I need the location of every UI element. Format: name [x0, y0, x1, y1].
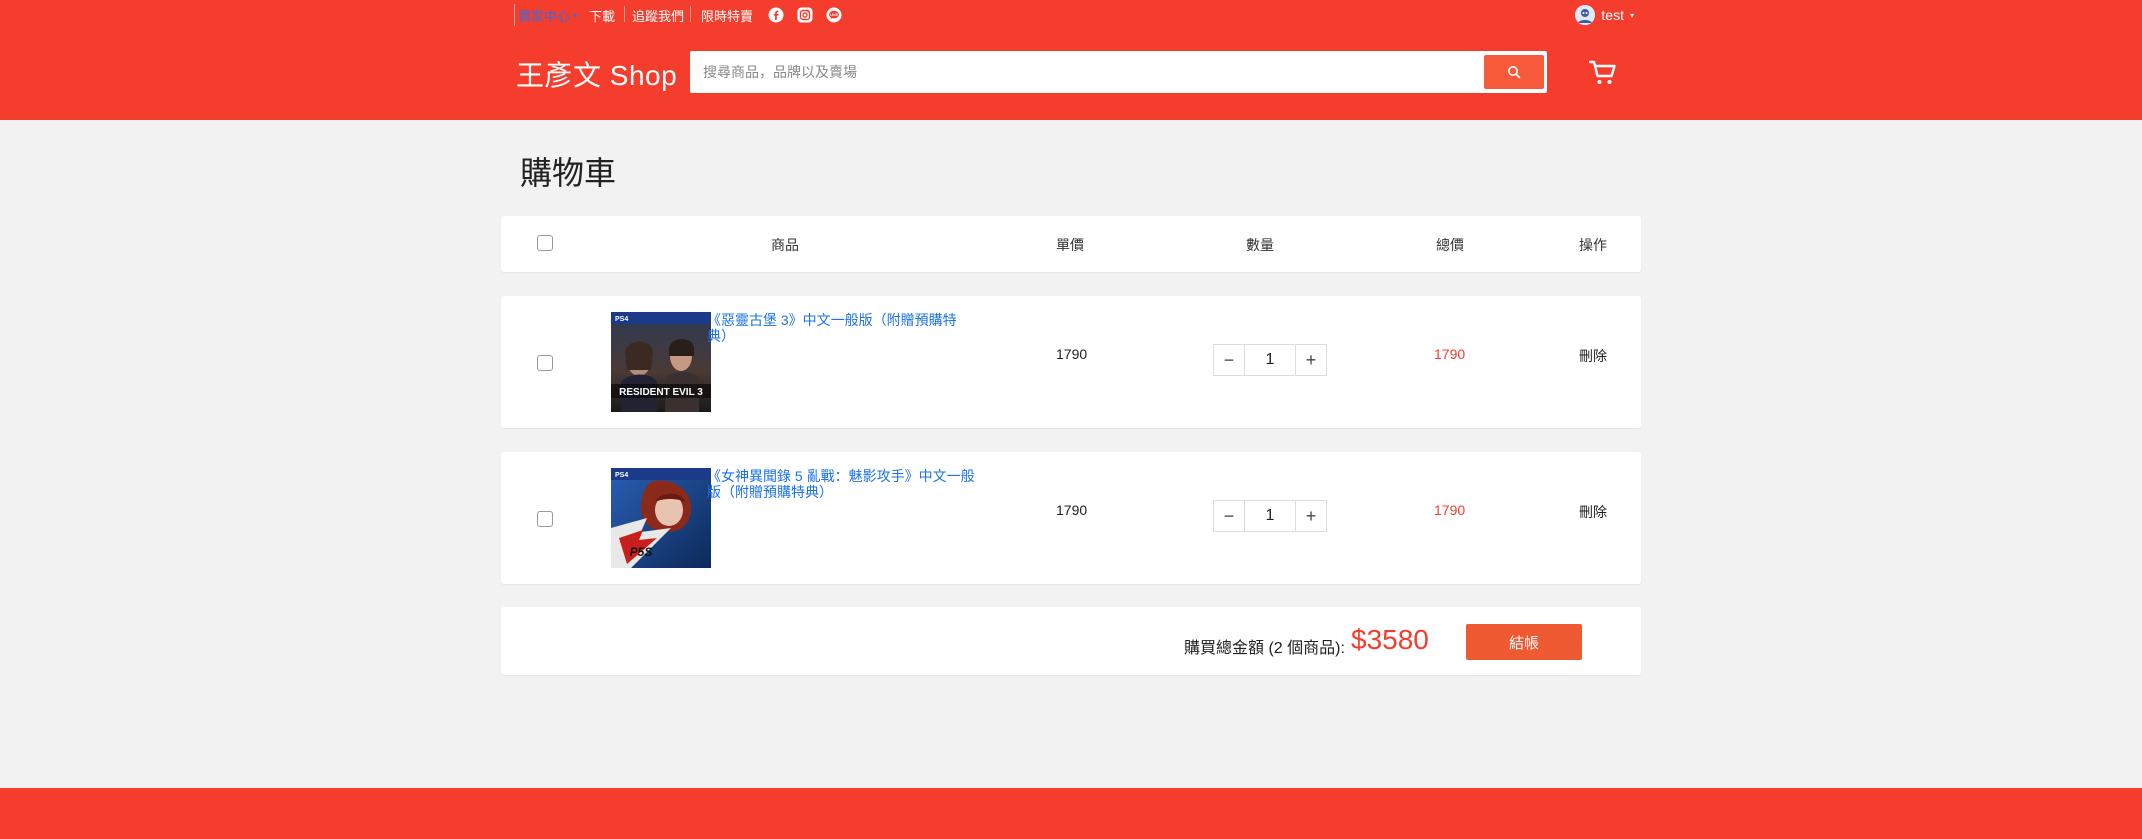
delete-item-button[interactable]: 刪除 — [1579, 502, 1607, 522]
item-checkbox[interactable] — [537, 355, 553, 371]
facebook-icon[interactable] — [768, 7, 784, 23]
divider — [624, 6, 625, 22]
site-header: 賣家中心 ▾ 下載 追蹤我們 限時特賣 LINE test ▾ 王彥文 Shop — [0, 0, 2142, 120]
cart-summary: 購買總金額 (2 個商品): $3580 結帳 — [501, 607, 1641, 675]
search-input[interactable] — [693, 54, 1484, 90]
username: test — [1601, 7, 1624, 23]
product-name-link[interactable]: 《女神異聞錄 5 亂戰：魅影攻手》中文一般版（附贈預購特典） — [707, 468, 977, 500]
search-icon — [1508, 66, 1521, 79]
item-total-price: 1790 — [1434, 502, 1466, 518]
product-image[interactable]: PS4 P5S — [611, 468, 711, 568]
item-checkbox[interactable] — [537, 511, 553, 527]
site-footer — [0, 788, 2142, 839]
site-logo[interactable]: 王彥文 Shop — [516, 54, 677, 94]
cover-title: RESIDENT EVIL 3 — [619, 387, 703, 398]
unit-price: 1790 — [1056, 502, 1088, 518]
avatar — [1575, 5, 1596, 25]
quantity-input[interactable]: 1 — [1245, 500, 1295, 532]
platform-label: PS4 — [615, 472, 628, 479]
select-all-checkbox[interactable] — [537, 235, 553, 251]
checkout-button[interactable]: 結帳 — [1466, 624, 1582, 660]
total-amount: $3580 — [1351, 624, 1429, 655]
item-total-price: 1790 — [1434, 346, 1466, 362]
top-navbar: 賣家中心 ▾ 下載 追蹤我們 限時特賣 LINE test ▾ — [514, 0, 1634, 30]
quantity-stepper: − 1 + — [1213, 500, 1327, 532]
svg-text:LINE: LINE — [830, 13, 839, 17]
line-icon[interactable]: LINE — [826, 7, 842, 23]
quantity-stepper: − 1 + — [1213, 344, 1327, 376]
chevron-down-icon: ▾ — [573, 10, 578, 20]
follow-us-label: 追蹤我們 — [632, 9, 685, 24]
cart-item: PS4 P5S 《女神異聞錄 5 亂戰：魅影攻手》中文一般版（附贈預購特典） 1… — [501, 452, 1641, 584]
instagram-icon[interactable] — [797, 7, 813, 23]
quantity-input[interactable]: 1 — [1245, 344, 1295, 376]
page-title: 購物車 — [520, 155, 617, 191]
search-bar — [690, 51, 1547, 93]
chevron-down-icon: ▾ — [1629, 10, 1634, 20]
seller-center-link[interactable]: 賣家中心 ▾ — [514, 4, 577, 26]
search-button[interactable] — [1484, 55, 1544, 89]
product-image[interactable]: PS4 RESIDENT EVIL 3 — [611, 312, 711, 412]
seller-center-label: 賣家中心 — [518, 8, 571, 24]
total-amount-label: 購買總金額 (2 個商品): — [1184, 640, 1345, 657]
cover-title: P5S — [630, 545, 653, 559]
quantity-column-header: 數量 — [1246, 237, 1274, 253]
decrease-quantity-button[interactable]: − — [1213, 500, 1245, 532]
platform-label: PS4 — [615, 316, 628, 323]
increase-quantity-button[interactable]: + — [1295, 500, 1327, 532]
product-column-header: 商品 — [771, 237, 799, 253]
cart-item: PS4 RESIDENT EVIL 3 《惡靈古堡 3》中文一般版（附贈預購特典… — [501, 296, 1641, 428]
cart-table-header: 商品 單價 數量 總價 操作 — [501, 216, 1641, 272]
product-name-link[interactable]: 《惡靈古堡 3》中文一般版（附贈預購特典） — [707, 312, 977, 344]
increase-quantity-button[interactable]: + — [1295, 344, 1327, 376]
decrease-quantity-button[interactable]: − — [1213, 344, 1245, 376]
flash-sale-link[interactable]: 限時特賣 — [701, 6, 753, 25]
action-column-header: 操作 — [1579, 237, 1607, 253]
unit-price-column-header: 單價 — [1056, 237, 1084, 253]
total-column-header: 總價 — [1436, 237, 1464, 253]
cart-icon[interactable] — [1587, 58, 1619, 88]
user-menu[interactable]: test ▾ — [1575, 5, 1634, 25]
unit-price: 1790 — [1056, 346, 1088, 362]
divider — [690, 6, 691, 22]
delete-item-button[interactable]: 刪除 — [1579, 346, 1607, 366]
download-link[interactable]: 下載 — [589, 6, 615, 25]
